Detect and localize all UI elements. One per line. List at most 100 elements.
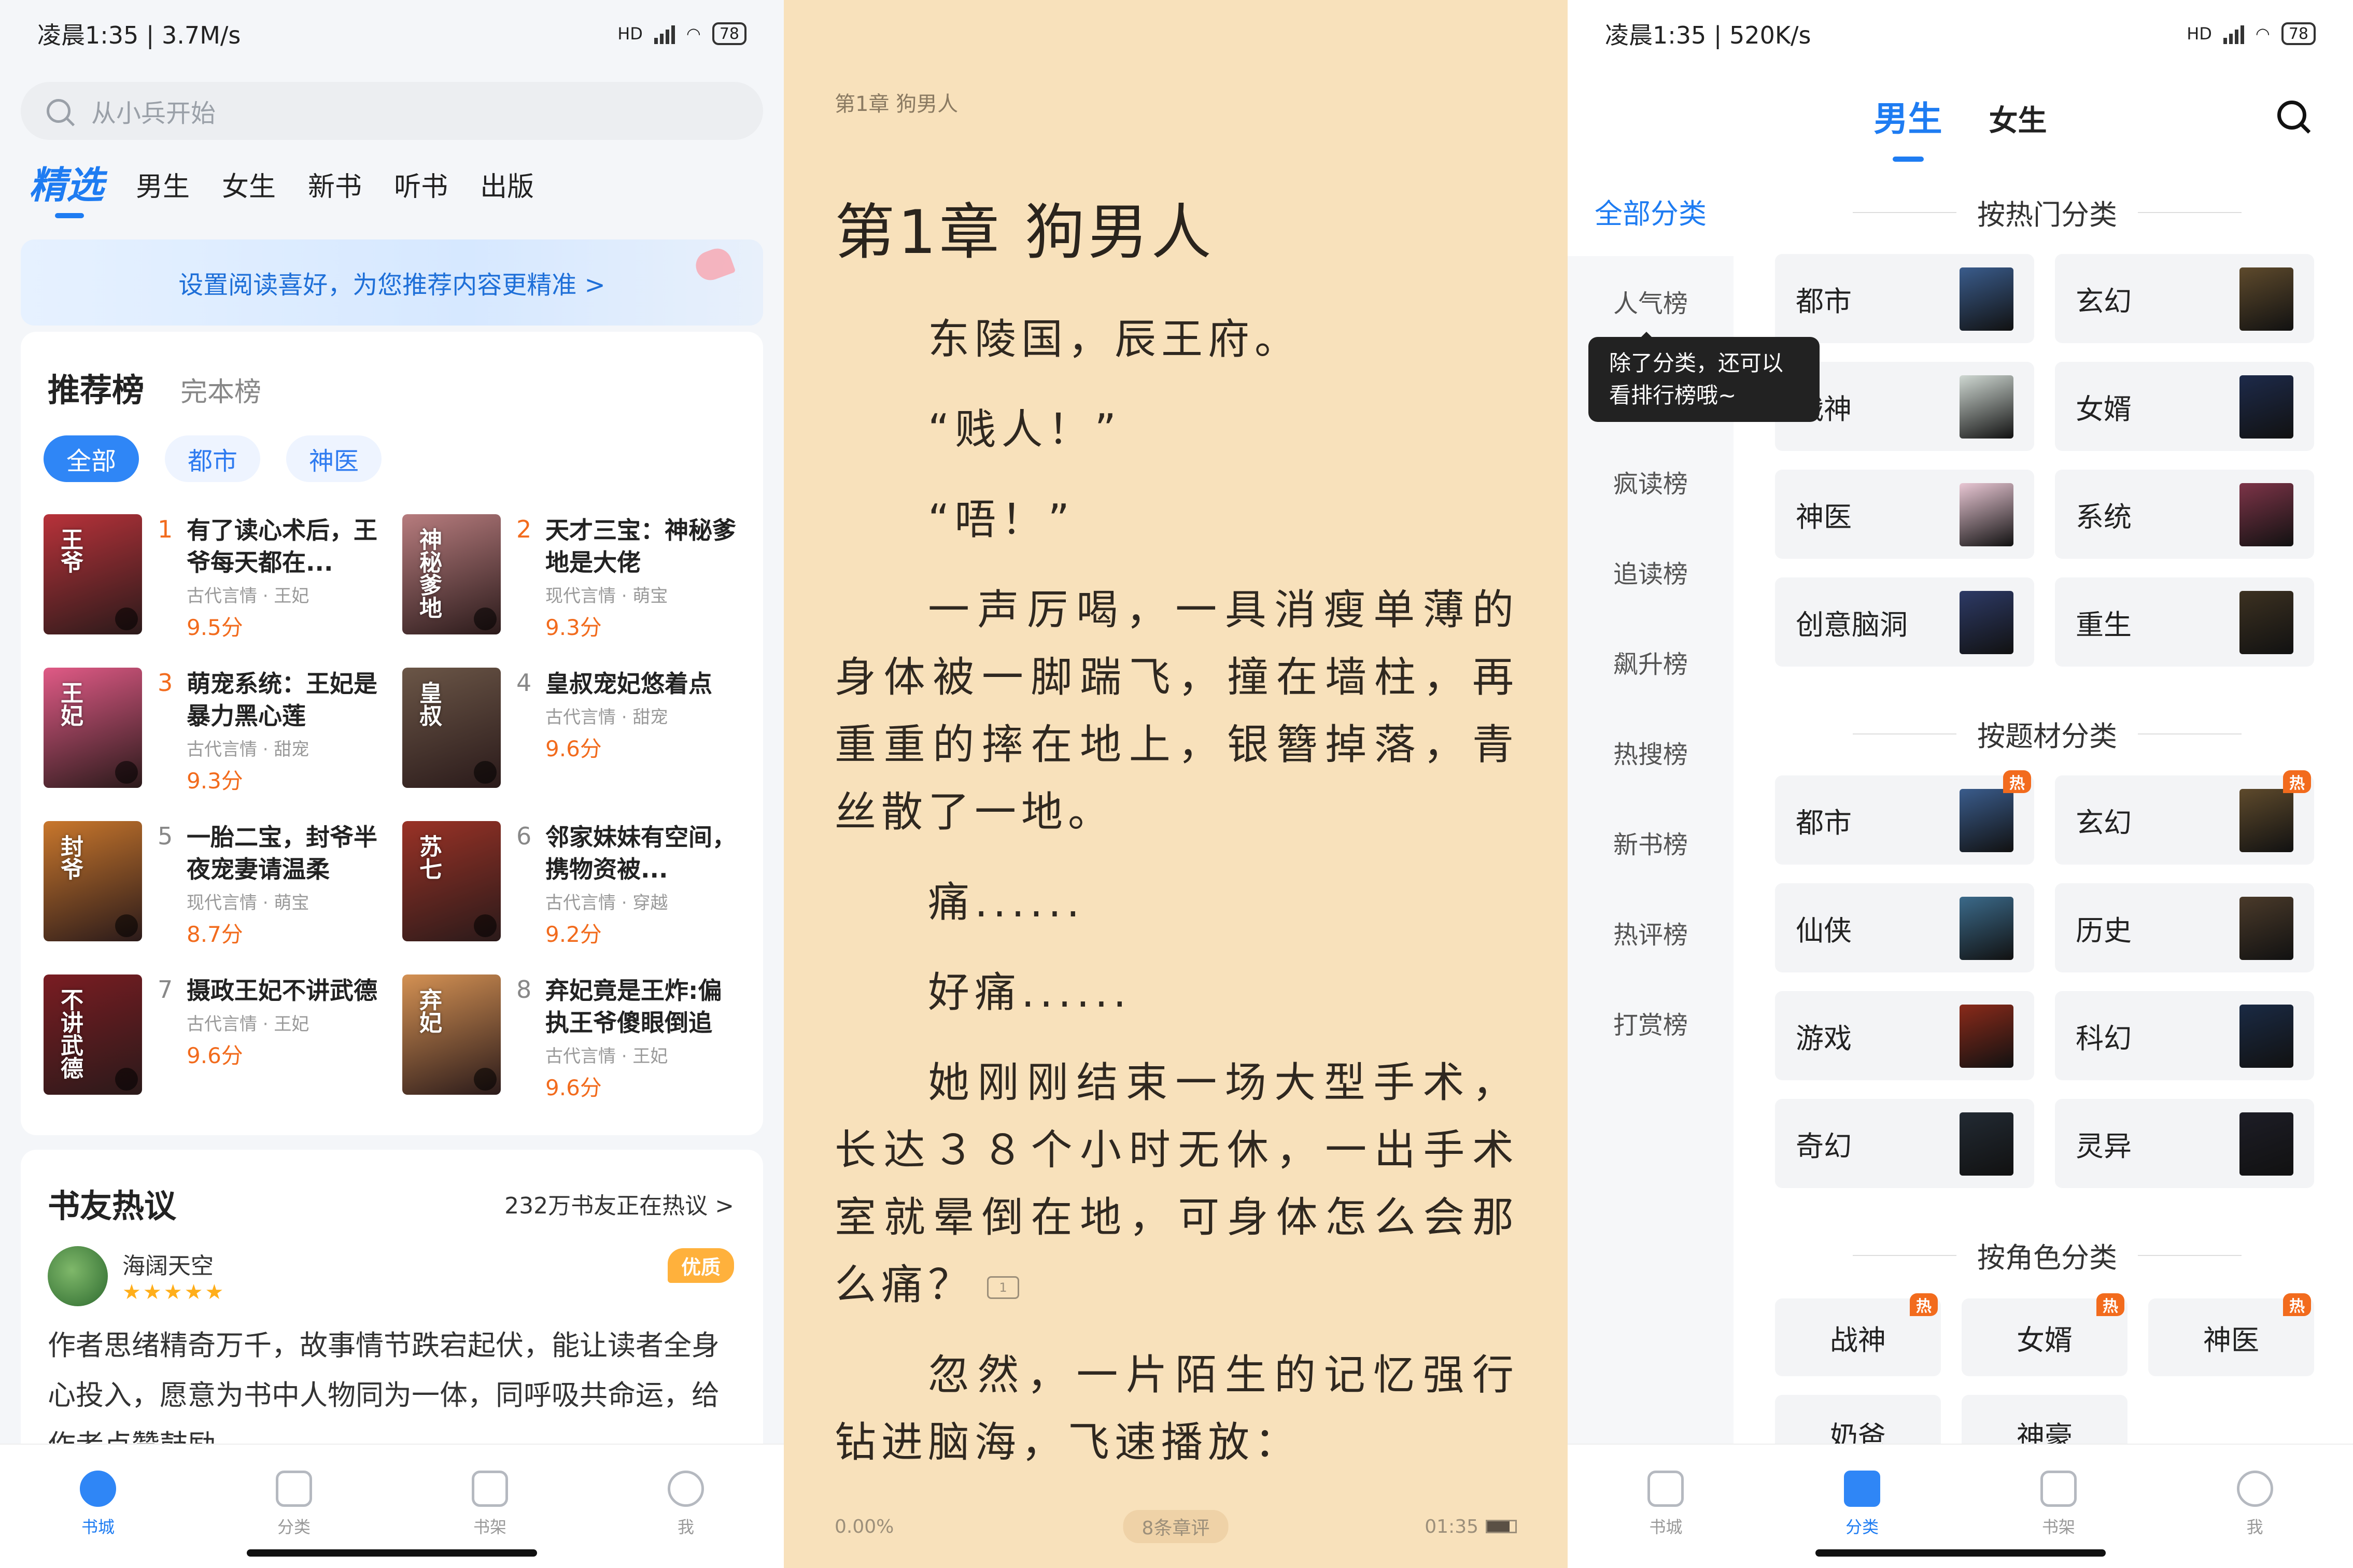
category-name: 玄幻: [2076, 806, 2132, 839]
role-category-card[interactable]: 女婿热: [1962, 1293, 2127, 1376]
search-input[interactable]: 从小兵开始: [21, 82, 763, 140]
book-score: 9.6分: [545, 736, 602, 761]
category-thumbnail: [1960, 1005, 2013, 1068]
sidebar-item-all[interactable]: 全部分类: [1568, 166, 1734, 256]
book-cover[interactable]: 不讲武德: [44, 974, 142, 1095]
tab-male[interactable]: 男生: [136, 165, 190, 204]
category-thumbnail: [2239, 267, 2293, 331]
category-thumbnail: [1960, 483, 2013, 546]
sidebar-item-tip[interactable]: 打赏榜: [1568, 978, 1734, 1068]
ranking-tooltip[interactable]: 除了分类，还可以看排行榜哦~: [1588, 332, 1820, 422]
category-thumbnail: [2239, 375, 2293, 439]
tab-publish[interactable]: 出版: [480, 165, 534, 204]
sidebar-item-hot-review[interactable]: 热评榜: [1568, 887, 1734, 978]
book-list: 王爷 1 有了读心术后，王爷每天都在... 古代言情 · 王妃 9.5分 神秘爹地 2 天才三…: [44, 514, 749, 1100]
category-card[interactable]: 玄幻: [2055, 254, 2314, 343]
book-item[interactable]: 弃妃 8 弃妃竟是王炸:偏执王爷傻眼倒追 古代言情 · 王妃 9.6分: [402, 974, 749, 1100]
book-item[interactable]: 王爷 1 有了读心术后，王爷每天都在... 古代言情 · 王妃 9.5分: [44, 514, 402, 640]
category-card[interactable]: 都市: [1775, 254, 2034, 343]
username: 海阔天空: [122, 1253, 214, 1279]
book-item[interactable]: 苏七 6 邻家妹妹有空间，携物资被... 古代言情 · 穿越 9.2分: [402, 821, 749, 947]
wifi-icon: ◠: [686, 24, 701, 44]
status-bar: 凌晨1:35 | 3.7M/s HD ◠ 78: [0, 0, 784, 67]
discussion-more-link[interactable]: 232万书友正在热议 >: [504, 1187, 734, 1220]
tab-label: 我: [677, 1517, 694, 1537]
category-card[interactable]: 奇幻: [1775, 1099, 2034, 1188]
category-card[interactable]: 创意脑洞: [1775, 577, 2034, 667]
sidebar-item-rising[interactable]: 飙升榜: [1568, 617, 1734, 707]
category-card[interactable]: 灵异: [2055, 1099, 2314, 1188]
sidebar-item-new[interactable]: 新书榜: [1568, 797, 1734, 887]
sidebar-item-hot-search[interactable]: 热搜榜: [1568, 707, 1734, 797]
book-cover[interactable]: 封爷: [44, 821, 142, 941]
book-cover[interactable]: 弃妃: [402, 974, 501, 1095]
tab-featured[interactable]: 精选: [29, 166, 104, 218]
sidebar-item-crazy-read[interactable]: 疯读榜: [1568, 436, 1734, 527]
sidebar-item-follow[interactable]: 追读榜: [1568, 527, 1734, 617]
role-category-card[interactable]: 战神 热: [1775, 1293, 1941, 1376]
book-item[interactable]: 神秘爹地 2 天才三宝：神秘爹地是大佬 现代言情 · 萌宝 9.3分: [402, 514, 749, 640]
category-name: 战神: [1830, 1323, 1886, 1357]
avatar[interactable]: [48, 1246, 108, 1306]
book-item[interactable]: 不讲武德 7 摄政王妃不讲武德 古代言情 · 王妃 9.6分: [44, 974, 402, 1097]
paragraph-comment-icon[interactable]: 1: [987, 1276, 1019, 1299]
chip-all[interactable]: 全部: [44, 435, 139, 482]
category-card[interactable]: 仙侠: [1775, 883, 2034, 972]
category-card[interactable]: 重生: [2055, 577, 2314, 667]
category-name: 重生: [2076, 608, 2132, 641]
reading-preference-banner[interactable]: 设置阅读喜好，为您推荐内容更精准 >: [21, 239, 763, 326]
tab-completed-rank[interactable]: 完本榜: [180, 370, 261, 409]
chip-urban[interactable]: 都市: [165, 435, 261, 482]
category-card[interactable]: 女婿: [2055, 362, 2314, 451]
category-name: 都市: [1796, 285, 1852, 318]
theme-category-grid: 都市 热玄幻 热仙侠 历史 游戏 科幻 奇幻 灵异: [1775, 770, 2335, 1188]
reader-screen[interactable]: 第1章 狗男人 第1章 狗男人 东陵国，辰王府。 “贱人！” “唔！” 一声厉喝…: [784, 0, 1568, 1568]
category-card[interactable]: 历史: [2055, 883, 2314, 972]
category-thumbnail: [1960, 375, 2013, 439]
tab-bookstore[interactable]: 书城: [1568, 1445, 1764, 1568]
section-role-categories: 按角色分类: [1775, 1235, 2319, 1276]
tab-label: 书城: [81, 1517, 115, 1537]
hd-label: HD: [617, 24, 643, 44]
book-item[interactable]: 皇叔 4 皇叔宠妃悠着点 古代言情 · 甜宠 9.6分: [402, 668, 749, 790]
tab-me[interactable]: 我: [2157, 1445, 2353, 1568]
chapter-comments-button[interactable]: 8条章评: [1123, 1510, 1229, 1543]
search-icon[interactable]: [2277, 101, 2306, 130]
paragraph: 好痛......: [928, 968, 1132, 1016]
role-category-card[interactable]: 神医 热: [2148, 1293, 2314, 1376]
tab-female[interactable]: 女生: [222, 165, 276, 204]
category-card[interactable]: 游戏: [1775, 991, 2034, 1080]
category-card[interactable]: 神医: [1775, 470, 2034, 559]
home-indicator[interactable]: [247, 1549, 537, 1557]
book-info: 8 弃妃竟是王炸:偏执王爷傻眼倒追 古代言情 · 王妃 9.6分: [516, 974, 744, 1100]
book-cover[interactable]: 王爷: [44, 514, 142, 634]
home-indicator[interactable]: [1815, 1549, 2106, 1557]
book-cover[interactable]: 神秘爹地: [402, 514, 501, 634]
tab-audio[interactable]: 听书: [394, 165, 448, 204]
tab-bookstore[interactable]: 书城: [0, 1445, 196, 1568]
category-card[interactable]: 都市 热: [1775, 770, 2034, 865]
category-screen: 凌晨1:35 | 520K/s HD ◠ 78 男生 女生 全部分类 人气榜 完…: [1568, 0, 2353, 1568]
headphone-icon: [115, 761, 138, 784]
quality-badge: 优质: [667, 1248, 734, 1283]
tab-recommended-rank[interactable]: 推荐榜: [48, 364, 144, 411]
category-thumbnail: [2239, 789, 2293, 852]
chip-doctor[interactable]: 神医: [286, 435, 382, 482]
headphone-icon: [474, 914, 497, 937]
tab-male[interactable]: 男生: [1874, 91, 1942, 162]
book-item[interactable]: 封爷 5 一胎二宝，封爷半夜宠妻请温柔 现代言情 · 萌宝 8.7分: [44, 821, 402, 947]
category-card[interactable]: 玄幻 热: [2055, 770, 2314, 865]
category-name: 都市: [1796, 806, 1852, 839]
book-item[interactable]: 王妃 3 萌宠系统：王妃是暴力黑心莲 古代言情 · 甜宠 9.3分: [44, 668, 402, 794]
signal-icon: [654, 23, 675, 44]
book-cover[interactable]: 苏七: [402, 821, 501, 941]
paragraph: 她刚刚结束一场大型手术，长达３８个小时无休，一出手术室就晕倒在地，可身体怎么会那…: [835, 1058, 1519, 1309]
tab-me[interactable]: 我: [588, 1445, 784, 1568]
book-cover[interactable]: 皇叔: [402, 668, 501, 788]
tab-new-books[interactable]: 新书: [308, 165, 362, 204]
book-cover[interactable]: 王妃: [44, 668, 142, 788]
tab-female[interactable]: 女生: [1989, 97, 2047, 139]
category-card[interactable]: 系统: [2055, 470, 2314, 559]
category-thumbnail: [1960, 1112, 2013, 1176]
category-card[interactable]: 科幻: [2055, 991, 2314, 1080]
